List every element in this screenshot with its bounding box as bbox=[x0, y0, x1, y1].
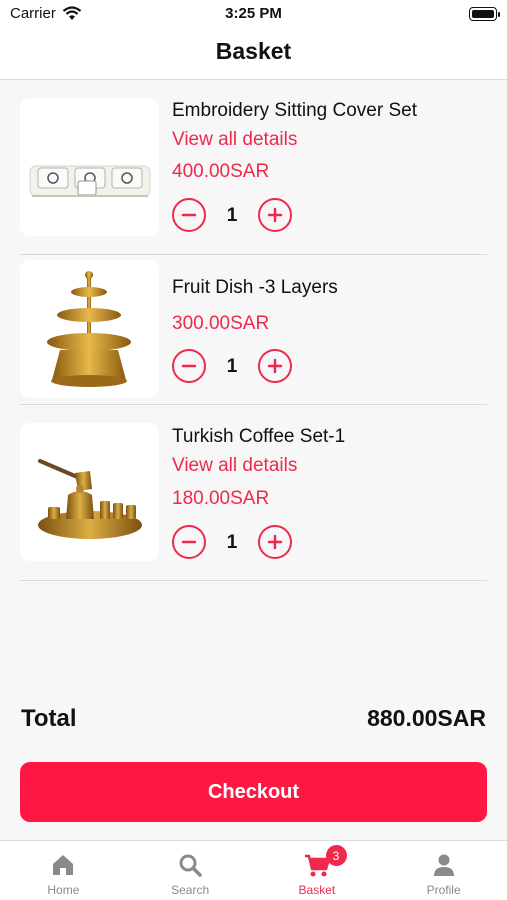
view-details-link[interactable]: View all details bbox=[172, 129, 297, 151]
quantity-value: 1 bbox=[226, 356, 238, 377]
item-price: 300.00SAR bbox=[172, 313, 270, 334]
basket-item: Fruit Dish -3 Layers 300.00SAR 1 bbox=[20, 260, 487, 405]
cart-count-badge: 3 bbox=[325, 845, 347, 866]
tab-search[interactable]: Search bbox=[127, 841, 254, 900]
quantity-value: 1 bbox=[226, 532, 238, 553]
tab-profile[interactable]: Profile bbox=[380, 841, 507, 900]
person-icon bbox=[433, 854, 454, 876]
product-image-fruit-dish[interactable] bbox=[20, 260, 159, 398]
tab-label-basket: Basket bbox=[298, 883, 336, 897]
tab-label-search: Search bbox=[171, 883, 210, 897]
item-price: 400.00SAR bbox=[172, 161, 270, 182]
plus-icon bbox=[267, 207, 283, 223]
battery-icon bbox=[469, 7, 500, 21]
total-label: Total bbox=[21, 705, 77, 732]
increase-quantity-button[interactable] bbox=[258, 525, 292, 559]
decrease-quantity-button[interactable] bbox=[172, 198, 206, 232]
product-image-turkish-coffee-set[interactable] bbox=[20, 423, 159, 561]
item-title: Embroidery Sitting Cover Set bbox=[172, 100, 417, 121]
increase-quantity-button[interactable] bbox=[258, 198, 292, 232]
product-image-embroidery-cover[interactable] bbox=[20, 98, 159, 236]
item-price: 180.00SAR bbox=[172, 488, 270, 509]
minus-icon bbox=[181, 364, 197, 368]
basket-item: Embroidery Sitting Cover Set View all de… bbox=[20, 98, 487, 255]
tab-bar: Home Search 3 Basket Profile bbox=[0, 840, 507, 900]
tab-label-home: Home bbox=[47, 883, 80, 897]
minus-icon bbox=[181, 540, 197, 544]
search-icon bbox=[179, 854, 202, 877]
view-details-link[interactable]: View all details bbox=[172, 455, 297, 477]
quantity-value: 1 bbox=[226, 205, 238, 226]
item-title: Turkish Coffee Set-1 bbox=[172, 426, 346, 447]
plus-icon bbox=[267, 358, 283, 374]
total-value: 880.00SAR bbox=[367, 705, 486, 731]
checkout-button[interactable]: Checkout bbox=[20, 762, 487, 822]
status-bar: Carrier 3:25 PM bbox=[0, 0, 507, 28]
tab-label-profile: Profile bbox=[426, 883, 461, 897]
decrease-quantity-button[interactable] bbox=[172, 525, 206, 559]
tab-home[interactable]: Home bbox=[0, 841, 127, 900]
home-icon bbox=[53, 855, 74, 875]
decrease-quantity-button[interactable] bbox=[172, 349, 206, 383]
status-time: 3:25 PM bbox=[225, 5, 282, 22]
tab-basket[interactable]: 3 Basket bbox=[254, 841, 381, 900]
item-title: Fruit Dish -3 Layers bbox=[172, 277, 338, 298]
increase-quantity-button[interactable] bbox=[258, 349, 292, 383]
plus-icon bbox=[267, 534, 283, 550]
nav-header: Basket bbox=[0, 28, 507, 80]
basket-item: Turkish Coffee Set-1 View all details 18… bbox=[20, 423, 487, 581]
minus-icon bbox=[181, 213, 197, 217]
page-title: Basket bbox=[215, 38, 292, 64]
